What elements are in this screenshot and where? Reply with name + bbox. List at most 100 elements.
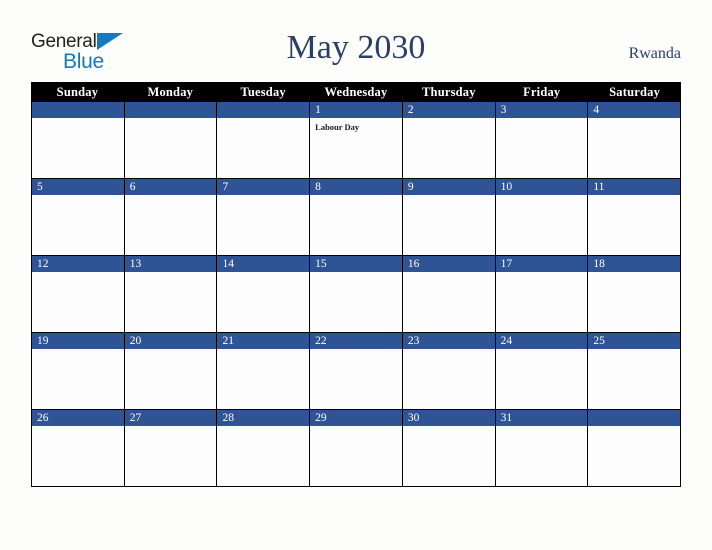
day-cell-13[interactable]: 13 xyxy=(123,256,217,333)
day-events xyxy=(403,272,495,332)
day-number: 14 xyxy=(217,256,310,272)
day-cell-16[interactable]: 16 xyxy=(401,256,495,333)
day-number: 27 xyxy=(124,410,217,426)
day-events xyxy=(125,426,217,486)
day-cell-7[interactable]: 7 xyxy=(216,179,310,256)
day-number: 8 xyxy=(310,179,402,195)
day-cell-6[interactable]: 6 xyxy=(123,179,217,256)
day-number: 16 xyxy=(402,256,495,272)
day-cell-4[interactable]: 4 xyxy=(587,102,682,179)
day-events xyxy=(125,349,217,409)
day-number: 31 xyxy=(495,410,588,426)
day-cell-28[interactable]: 28 xyxy=(216,410,310,487)
day-cell-26[interactable]: 26 xyxy=(31,410,124,487)
day-cell-29[interactable]: 29 xyxy=(309,410,402,487)
day-number xyxy=(588,410,681,426)
calendar-week-row: 1 Labour Day 2 3 4 xyxy=(31,102,682,179)
day-cell-empty[interactable] xyxy=(31,102,124,179)
day-cell-15[interactable]: 15 xyxy=(309,256,402,333)
day-number: 25 xyxy=(588,333,681,349)
weekday-header-friday: Friday xyxy=(523,85,561,99)
calendar-grid: Sunday Monday Tuesday Wednesday Thursday Frid… xyxy=(31,82,682,487)
page-title: May 2030 xyxy=(286,29,426,66)
day-number: 1 xyxy=(310,102,402,118)
day-events xyxy=(217,272,309,332)
day-events xyxy=(125,195,217,255)
day-cell-2[interactable]: 2 xyxy=(401,102,495,179)
day-cell-20[interactable]: 20 xyxy=(123,333,217,410)
day-events xyxy=(496,118,588,178)
day-events xyxy=(403,195,495,255)
day-number: 21 xyxy=(217,333,310,349)
day-cell-12[interactable]: 12 xyxy=(31,256,124,333)
day-events xyxy=(32,426,124,486)
day-cell-17[interactable]: 17 xyxy=(494,256,588,333)
day-number: 26 xyxy=(32,410,124,426)
day-events xyxy=(310,195,402,255)
day-cell-23[interactable]: 23 xyxy=(401,333,495,410)
day-number: 20 xyxy=(124,333,217,349)
day-cell-empty[interactable] xyxy=(123,102,217,179)
weekday-header-row: Sunday Monday Tuesday Wednesday Thursday Frid… xyxy=(31,82,681,102)
day-number xyxy=(217,102,310,118)
day-cell-9[interactable]: 9 xyxy=(401,179,495,256)
day-cell-18[interactable]: 18 xyxy=(587,256,682,333)
day-cell-24[interactable]: 24 xyxy=(494,333,588,410)
day-events: Labour Day xyxy=(310,118,402,178)
day-events xyxy=(588,426,680,486)
day-number: 12 xyxy=(32,256,124,272)
day-cell-21[interactable]: 21 xyxy=(216,333,310,410)
day-events xyxy=(32,118,124,178)
day-number: 15 xyxy=(310,256,402,272)
day-cell-22[interactable]: 22 xyxy=(309,333,402,410)
day-number: 30 xyxy=(402,410,495,426)
calendar-week-row: 12 13 14 15 16 17 18 xyxy=(31,256,682,333)
day-events xyxy=(588,272,680,332)
day-number: 22 xyxy=(310,333,402,349)
day-cell-empty[interactable] xyxy=(216,102,310,179)
day-events xyxy=(125,118,217,178)
day-cell-30[interactable]: 30 xyxy=(401,410,495,487)
weekday-header-thursday: Thursday xyxy=(422,85,476,99)
day-events xyxy=(496,426,588,486)
calendar-weeks: 1 Labour Day 2 3 4 5 6 7 8 9 10 11 12 13 14 15 16 17 18 19 2… xyxy=(31,102,682,487)
day-number: 11 xyxy=(588,179,681,195)
day-number: 28 xyxy=(217,410,310,426)
day-cell-14[interactable]: 14 xyxy=(216,256,310,333)
day-cell-1[interactable]: 1 Labour Day xyxy=(309,102,402,179)
day-number xyxy=(32,102,124,118)
page-header: General Blue May 2030 Rwanda xyxy=(0,0,712,82)
weekday-header-saturday: Saturday xyxy=(609,85,661,99)
day-cell-27[interactable]: 27 xyxy=(123,410,217,487)
day-number: 9 xyxy=(402,179,495,195)
day-events xyxy=(217,118,309,178)
day-cell-11[interactable]: 11 xyxy=(587,179,682,256)
day-number: 5 xyxy=(32,179,124,195)
day-number: 7 xyxy=(217,179,310,195)
day-number: 13 xyxy=(124,256,217,272)
day-events xyxy=(32,272,124,332)
weekday-header-wednesday: Wednesday xyxy=(324,85,388,99)
day-events xyxy=(125,272,217,332)
day-events xyxy=(310,272,402,332)
day-cell-31[interactable]: 31 xyxy=(494,410,588,487)
day-cell-8[interactable]: 8 xyxy=(309,179,402,256)
calendar-week-row: 5 6 7 8 9 10 11 xyxy=(31,179,682,256)
holiday-event: Labour Day xyxy=(315,122,360,132)
day-cell-empty[interactable] xyxy=(587,410,682,487)
calendar-week-row: 19 20 21 22 23 24 25 xyxy=(31,333,682,410)
day-number: 18 xyxy=(588,256,681,272)
day-cell-25[interactable]: 25 xyxy=(587,333,682,410)
day-cell-10[interactable]: 10 xyxy=(494,179,588,256)
day-cell-3[interactable]: 3 xyxy=(494,102,588,179)
day-number: 6 xyxy=(124,179,217,195)
day-cell-5[interactable]: 5 xyxy=(31,179,124,256)
day-events xyxy=(32,349,124,409)
weekday-header-tuesday: Tuesday xyxy=(240,85,286,99)
weekday-header-monday: Monday xyxy=(147,85,194,99)
calendar-week-row: 26 27 28 29 30 31 xyxy=(31,410,682,487)
day-cell-19[interactable]: 19 xyxy=(31,333,124,410)
day-number: 19 xyxy=(32,333,124,349)
day-number: 10 xyxy=(495,179,588,195)
day-events xyxy=(32,195,124,255)
